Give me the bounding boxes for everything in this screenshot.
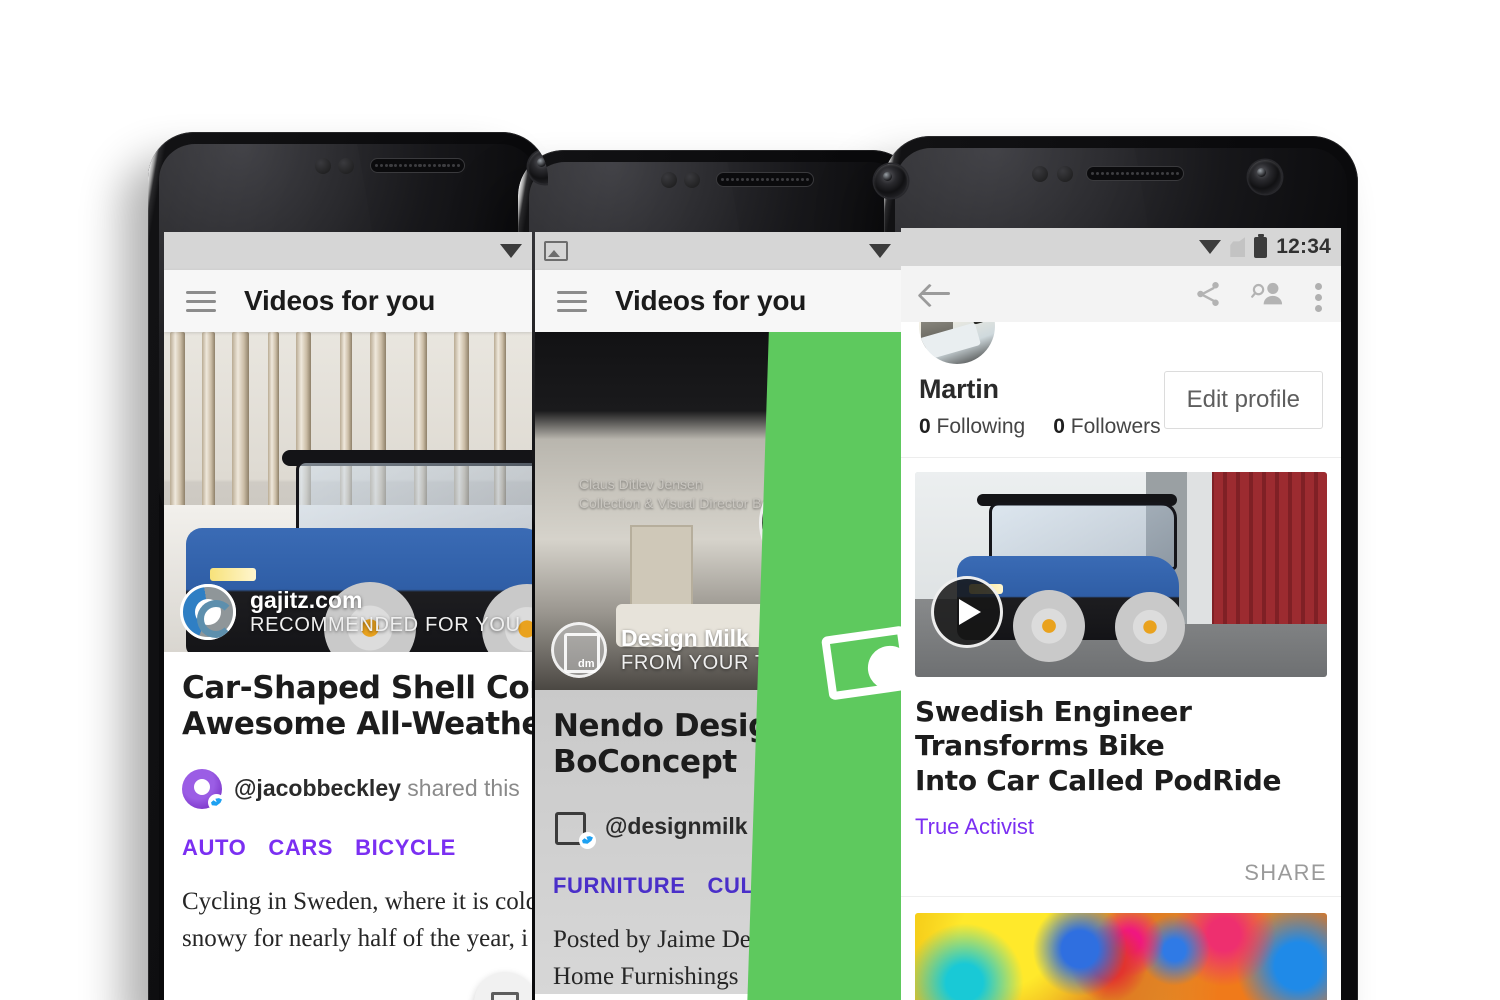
phone-left-screen: Videos for you gajitz.com RECOMMENDED FO…	[164, 232, 532, 1000]
edit-profile-button[interactable]: Edit profile	[1163, 371, 1323, 429]
hero-media-left[interactable]: gajitz.com RECOMMENDED FOR YOU	[164, 332, 532, 652]
gajitz-logo-icon	[180, 584, 236, 640]
article-card-left: Car-Shaped Shell Conc Awesome All-Weathe…	[164, 652, 532, 957]
photo-icon	[544, 241, 568, 261]
photo-icon	[820, 625, 901, 701]
earpiece-speaker-icon	[716, 172, 814, 187]
following-stat[interactable]: 0 Following	[919, 415, 1025, 439]
shared-by-handle[interactable]: @designmilk	[605, 813, 748, 839]
profile-toolbar	[901, 266, 1341, 322]
share-icon[interactable]	[1193, 279, 1223, 309]
back-arrow-icon[interactable]	[919, 281, 951, 307]
article-excerpt-line2: snowy for nearly half of the year, i	[182, 925, 529, 953]
app-bar-title: Videos for you	[615, 285, 807, 316]
share-button[interactable]: SHARE	[915, 860, 1327, 896]
app-bar-title: Videos for you	[244, 285, 436, 316]
battery-icon	[1254, 233, 1268, 258]
hamburger-icon[interactable]	[557, 290, 587, 312]
more-vertical-icon[interactable]	[1313, 279, 1323, 312]
tag-list-left: AUTO CARS BICYCLE	[182, 835, 514, 861]
following-count: 0	[919, 415, 931, 438]
abstract-paint-thumbnail[interactable]	[915, 912, 1327, 1000]
status-bar-clock: 12:34	[1276, 235, 1331, 258]
source-name: gajitz.com	[250, 586, 363, 613]
feed-source-link[interactable]: True Activist	[915, 814, 1327, 840]
earpiece-speaker-icon	[370, 158, 465, 173]
find-people-icon[interactable]	[1251, 279, 1285, 309]
status-icons-left	[500, 243, 522, 259]
status-bar-left	[164, 232, 532, 270]
divider	[901, 895, 1341, 897]
swipe-reveal-overlay[interactable]	[747, 332, 901, 1000]
design-milk-logo-icon	[551, 622, 607, 678]
proximity-sensor-icon	[1032, 166, 1048, 182]
phone-middle: Videos for you Claus Ditlev Jensen Colle…	[518, 150, 918, 1000]
toolbar-actions	[1193, 279, 1323, 312]
proximity-sensor-icon	[661, 172, 677, 188]
article-headline-line1: Car-Shaped Shell Conc	[182, 670, 532, 706]
light-sensor-icon	[684, 172, 700, 188]
light-sensor-icon	[338, 158, 354, 174]
wifi-icon	[1199, 239, 1222, 255]
followers-count: 0	[1053, 415, 1065, 438]
source-subtitle: RECOMMENDED FOR YOU	[250, 613, 521, 636]
article-headline-line2: Awesome All-Weather B	[182, 706, 532, 743]
phone-left-sensors	[148, 132, 548, 202]
app-bar-left: Videos for you	[164, 270, 532, 332]
shared-by-text: @jacobbeckley shared this	[234, 775, 520, 802]
status-icons-middle	[869, 243, 891, 259]
status-bar-middle	[535, 232, 901, 270]
screenshot-canvas: Videos for you gajitz.com RECOMMENDED FO…	[0, 0, 1500, 1000]
proximity-sensor-icon	[315, 158, 331, 174]
source-strip-left: gajitz.com RECOMMENDED FOR YOU	[164, 584, 532, 652]
card-view-icon	[491, 992, 519, 1000]
phone-middle-sensors	[518, 150, 918, 220]
feed-title-line1: Swedish Engineer Transforms Bike	[915, 695, 1192, 762]
shared-by-row: @jacobbeckley shared this	[182, 768, 520, 811]
avatar	[553, 807, 596, 849]
play-icon[interactable]	[931, 576, 1003, 648]
app-bar-middle: Videos for you	[535, 270, 901, 332]
phone-middle-screen: Videos for you Claus Ditlev Jensen Colle…	[535, 232, 901, 1000]
followers-label: Followers	[1070, 415, 1161, 438]
followers-stat[interactable]: 0 Followers	[1053, 415, 1160, 439]
light-sensor-icon	[1057, 166, 1073, 182]
shared-by-suffix: shared this	[400, 775, 520, 802]
front-camera-icon	[1248, 160, 1282, 194]
status-icons-right: 12:34	[1199, 233, 1331, 259]
feed-card-podride: Swedish Engineer Transforms Bike Into Ca…	[901, 458, 1341, 896]
phone-right: 12:34 Martin 0 Following 0 Followers Edi…	[884, 136, 1358, 1000]
tag-furniture[interactable]: FURNITURE	[553, 873, 686, 899]
podride-video-thumbnail[interactable]	[915, 472, 1327, 677]
phone-right-screen: 12:34 Martin 0 Following 0 Followers Edi…	[901, 228, 1341, 1000]
wifi-icon	[869, 243, 891, 259]
tag-cars[interactable]: CARS	[268, 835, 333, 861]
status-bar-right: 12:34	[901, 228, 1341, 266]
twitter-badge-icon	[579, 831, 596, 849]
shared-by-handle[interactable]: @jacobbeckley	[234, 775, 401, 801]
article-excerpt-line1: Cycling in Sweden, where it is cold	[182, 887, 532, 915]
feed-title-line2: Into Car Called PodRide	[915, 764, 1282, 798]
twitter-badge-icon	[208, 793, 225, 811]
phone-right-sensors	[884, 136, 1358, 206]
compose-fab-button[interactable]	[474, 972, 532, 1000]
earpiece-speaker-icon	[1086, 166, 1184, 181]
tag-bicycle[interactable]: BICYCLE	[355, 835, 456, 861]
following-label: Following	[936, 415, 1026, 438]
no-sim-icon	[1230, 237, 1245, 257]
phone-left: Videos for you gajitz.com RECOMMENDED FO…	[148, 132, 548, 1000]
wifi-icon	[500, 243, 522, 259]
source-meta-left: gajitz.com RECOMMENDED FOR YOU	[250, 586, 521, 636]
avatar	[182, 768, 225, 811]
hamburger-icon[interactable]	[186, 290, 216, 312]
tag-auto[interactable]: AUTO	[182, 835, 246, 861]
